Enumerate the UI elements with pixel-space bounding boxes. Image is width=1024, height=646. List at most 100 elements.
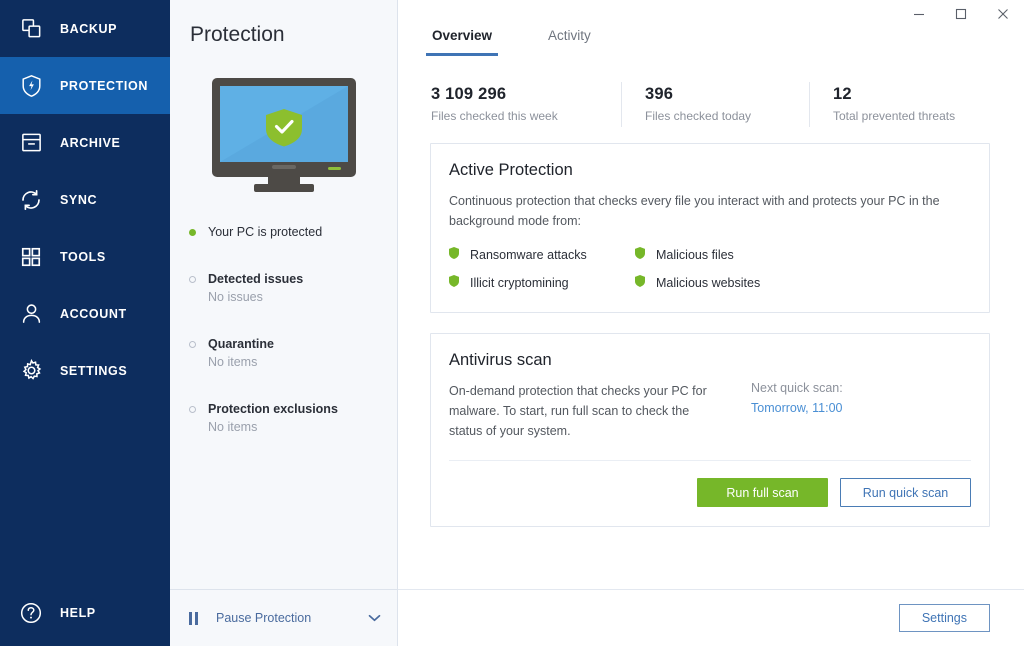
pause-protection-label: Pause Protection: [216, 611, 312, 625]
antivirus-scan-body: On-demand protection that checks your PC…: [431, 370, 989, 442]
tools-grid-icon: [14, 240, 48, 274]
pause-protection-control[interactable]: Pause Protection: [170, 589, 397, 646]
feature-item: Malicious files: [635, 246, 821, 264]
detected-issues-section[interactable]: Detected issues No issues: [170, 272, 397, 304]
sidebar-item-archive[interactable]: ARCHIVE: [0, 114, 170, 171]
sync-icon: [14, 183, 48, 217]
run-quick-scan-button[interactable]: Run quick scan: [840, 478, 971, 508]
quarantine-header: Quarantine: [189, 337, 397, 351]
sidebar-item-label: HELP: [60, 606, 96, 620]
antivirus-scan-actions: Run full scan Run quick scan: [431, 461, 989, 526]
shield-bullet-icon: [635, 246, 645, 264]
statistics-row: 3 109 296 Files checked this week 396 Fi…: [398, 56, 1024, 127]
protection-exclusions-section[interactable]: Protection exclusions No items: [170, 402, 397, 434]
quarantine-section[interactable]: Quarantine No items: [170, 337, 397, 369]
stat-label: Files checked this week: [431, 109, 558, 123]
run-full-scan-button[interactable]: Run full scan: [697, 478, 828, 508]
backup-icon: [14, 12, 48, 46]
sidebar-item-protection[interactable]: PROTECTION: [0, 57, 170, 114]
active-protection-description: Continuous protection that checks every …: [449, 194, 940, 229]
feature-item: Malicious websites: [635, 274, 821, 292]
feature-item: Ransomware attacks: [449, 246, 635, 264]
protection-exclusions-header: Protection exclusions: [189, 402, 397, 416]
window-controls: [898, 0, 1024, 28]
shield-bolt-icon: [14, 69, 48, 103]
shield-bullet-icon: [635, 274, 645, 292]
detected-issues-title: Detected issues: [208, 272, 304, 286]
feature-item: Illicit cryptomining: [449, 274, 635, 292]
tab-activity[interactable]: Activity: [546, 28, 593, 56]
tab-overview[interactable]: Overview: [425, 28, 499, 56]
settings-button[interactable]: Settings: [898, 604, 990, 632]
sidebar-item-settings[interactable]: SETTINGS: [0, 342, 170, 399]
detected-issues-header: Detected issues: [189, 272, 397, 286]
detected-issues-value: No issues: [208, 290, 263, 304]
feature-label: Ransomware attacks: [470, 247, 587, 262]
maximize-button[interactable]: [940, 0, 982, 28]
active-protection-card: Active Protection Continuous protection …: [430, 143, 990, 313]
sidebar-item-label: TOOLS: [60, 249, 106, 264]
page-title: Protection: [190, 23, 285, 46]
sidebar-item-tools[interactable]: TOOLS: [0, 228, 170, 285]
protection-detail-panel: Protection Your PC is protected Detected: [170, 0, 398, 646]
chevron-down-icon[interactable]: [368, 609, 381, 627]
antivirus-scan-title: Antivirus scan: [449, 350, 552, 369]
stat-value: 12: [833, 85, 852, 103]
protection-exclusions-title: Protection exclusions: [208, 402, 338, 416]
next-quick-scan-value[interactable]: Tomorrow, 11:00: [751, 401, 843, 415]
sidebar-item-label: ACCOUNT: [60, 306, 127, 321]
empty-dot-icon: [189, 340, 196, 348]
main-footer: Settings: [398, 589, 1024, 646]
sidebar-item-label: PROTECTION: [60, 78, 148, 93]
stat-files-today: 396 Files checked today: [621, 82, 809, 127]
status-dot-icon: [189, 228, 196, 236]
stat-label: Files checked today: [645, 109, 752, 123]
sidebar-item-help[interactable]: HELP: [0, 580, 170, 646]
protection-exclusions-value: No items: [208, 420, 258, 434]
close-button[interactable]: [982, 0, 1024, 28]
sidebar-item-label: SETTINGS: [60, 363, 128, 378]
feature-label: Illicit cryptomining: [470, 275, 569, 290]
next-quick-scan: Next quick scan: Tomorrow, 11:00: [751, 381, 843, 442]
stat-label: Total prevented threats: [833, 109, 956, 123]
sidebar-item-label: ARCHIVE: [60, 135, 121, 150]
stat-value: 396: [645, 85, 674, 103]
app-window: BACKUP PROTECTION ARCHIVE SYNC TOOLS ACC…: [0, 0, 1024, 646]
person-icon: [14, 297, 48, 331]
sidebar-item-sync[interactable]: SYNC: [0, 171, 170, 228]
pause-icon: [189, 611, 198, 625]
stat-prevented-threats: 12 Total prevented threats: [809, 82, 1009, 127]
sidebar-item-account[interactable]: ACCOUNT: [0, 285, 170, 342]
sidebar-nav: BACKUP PROTECTION ARCHIVE SYNC TOOLS ACC…: [0, 0, 170, 399]
main-spacer: [398, 527, 1024, 589]
minimize-button[interactable]: [898, 0, 940, 28]
empty-dot-icon: [189, 405, 196, 413]
sidebar-item-backup[interactable]: BACKUP: [0, 0, 170, 57]
stat-value: 3 109 296: [431, 85, 507, 103]
main-content: Overview Activity 3 109 296 Files checke…: [398, 0, 1024, 646]
active-protection-features: Ransomware attacks Malicious files Illic…: [431, 232, 989, 312]
empty-dot-icon: [189, 275, 196, 283]
protection-status-label: Your PC is protected: [208, 225, 323, 239]
protection-status: Your PC is protected: [170, 225, 397, 239]
antivirus-scan-description: On-demand protection that checks your PC…: [449, 383, 707, 439]
sidebar-item-label: BACKUP: [60, 21, 118, 36]
stat-files-this-week: 3 109 296 Files checked this week: [431, 85, 621, 123]
shield-bullet-icon: [449, 274, 459, 292]
sidebar: BACKUP PROTECTION ARCHIVE SYNC TOOLS ACC…: [0, 0, 170, 646]
shield-bullet-icon: [449, 246, 459, 264]
antivirus-scan-card: Antivirus scan On-demand protection that…: [430, 332, 990, 528]
feature-label: Malicious files: [656, 247, 734, 262]
quarantine-value: No items: [208, 355, 258, 369]
next-quick-scan-label: Next quick scan:: [751, 380, 843, 395]
sidebar-item-label: SYNC: [60, 192, 98, 207]
quarantine-title: Quarantine: [208, 337, 274, 351]
gear-icon: [14, 354, 48, 388]
middle-spacer: [170, 434, 397, 589]
question-circle-icon: [14, 596, 48, 630]
feature-label: Malicious websites: [656, 275, 761, 290]
monitor-with-shield-illustration: [170, 69, 397, 199]
active-protection-title: Active Protection: [449, 161, 573, 179]
archive-icon: [14, 126, 48, 160]
